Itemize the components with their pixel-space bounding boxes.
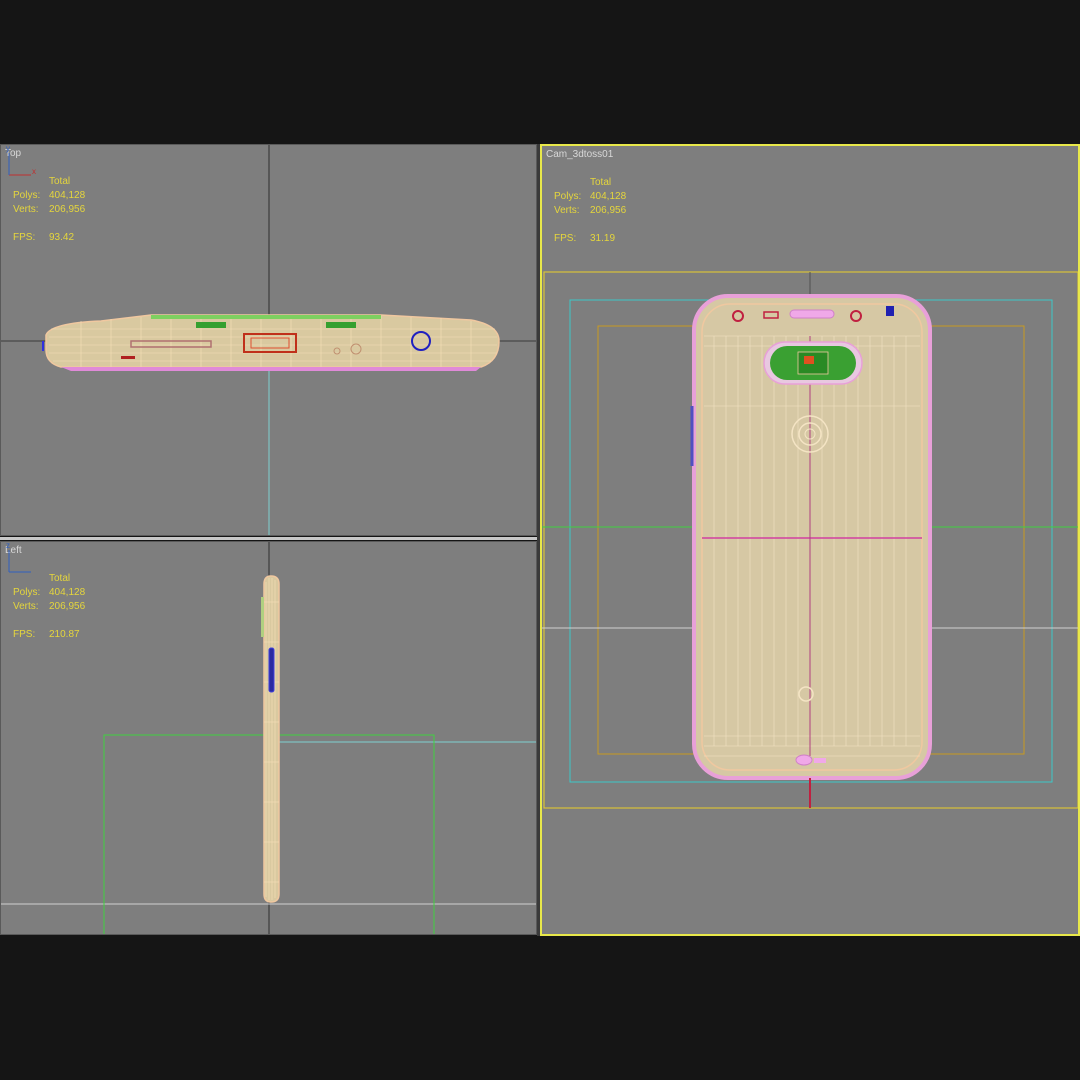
- svg-text:z: z: [6, 542, 10, 550]
- svg-text:x: x: [32, 167, 36, 176]
- svg-text:y: y: [6, 145, 10, 153]
- wireframe-top: [1, 145, 536, 535]
- wireframe-left: [1, 542, 536, 934]
- axis-tripod-icon: x y: [6, 145, 36, 176]
- viewport-top[interactable]: Top Total Polys: 404,128 Verts: 206,956 FP…: [0, 144, 537, 536]
- wireframe-camera: [542, 271, 1078, 809]
- viewport-left[interactable]: Left Total Polys: 404,128 Verts: 206,956 F…: [0, 541, 537, 935]
- viewport-divider[interactable]: [537, 144, 540, 936]
- viewport-camera[interactable]: Cam_3dtoss01 Total Polys: 404,128 Verts: 2…: [540, 144, 1080, 936]
- viewport-divider[interactable]: [0, 537, 538, 540]
- axis-tripod-icon: z: [6, 542, 31, 573]
